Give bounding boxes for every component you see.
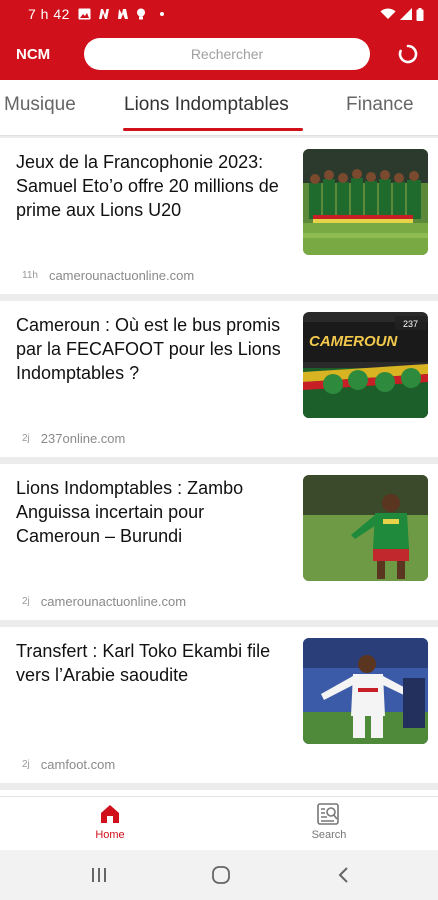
article-source[interactable]: camfoot.com: [41, 757, 115, 772]
nav-home-label: Home: [95, 829, 125, 841]
n-alt-icon: [117, 9, 128, 19]
article-meta: 11h camerounactuonline.com: [22, 268, 194, 283]
home-circle-icon: [212, 866, 230, 884]
category-tabs: Musique Lions Indomptables Finance: [0, 80, 438, 136]
article-thumbnail[interactable]: [303, 475, 428, 581]
status-bar: 7 h 42: [0, 0, 438, 28]
tab-lions-indomptables[interactable]: Lions Indomptables: [124, 94, 289, 116]
tab-finance[interactable]: Finance: [346, 94, 414, 116]
article-card[interactable]: Lions Indomptables : Zambo Anguissa ince…: [0, 464, 438, 620]
battery-icon: [416, 7, 424, 21]
article-meta: 2j 237online.com: [22, 431, 125, 446]
article-headline[interactable]: Jeux de la Francophonie 2023: Samuel Eto…: [16, 150, 290, 222]
brand-logo[interactable]: NCM: [16, 46, 70, 63]
refresh-icon: [398, 44, 418, 64]
nav-search[interactable]: Search: [289, 803, 369, 841]
player-white-image: [303, 638, 428, 744]
status-system-icons: [380, 7, 424, 21]
bottom-navigation: Home Search: [0, 796, 438, 850]
thumb-overlay-text: CAMEROUN: [309, 333, 398, 350]
status-time: 7 h 42: [28, 6, 70, 22]
home-icon: [101, 805, 119, 823]
nav-search-label: Search: [311, 829, 347, 841]
recents-icon: [92, 868, 106, 882]
article-thumbnail[interactable]: [303, 638, 428, 744]
nav-home[interactable]: Home: [70, 803, 150, 841]
wifi-icon: [380, 8, 396, 19]
tab-musique[interactable]: Musique: [4, 94, 76, 116]
article-headline[interactable]: Transfert : Karl Toko Ekambi file vers l…: [16, 639, 290, 687]
refresh-button[interactable]: [396, 42, 420, 66]
system-navigation-bar: [0, 850, 438, 900]
back-icon: [338, 867, 348, 883]
article-card[interactable]: Transfert : Karl Toko Ekambi file vers l…: [0, 627, 438, 783]
article-source[interactable]: 237online.com: [41, 431, 126, 446]
app-bar: NCM: [0, 28, 438, 80]
article-source[interactable]: camerounactuonline.com: [41, 594, 186, 609]
status-notification-icons: [78, 8, 165, 20]
article-age: 11h: [22, 270, 38, 281]
article-source[interactable]: camerounactuonline.com: [49, 268, 194, 283]
bus-cameroun-image: CAMEROUN 237: [303, 312, 428, 418]
article-card[interactable]: Cameroun : Où est le bus promis par la F…: [0, 301, 438, 457]
article-meta: 2j camfoot.com: [22, 757, 115, 772]
recents-button[interactable]: [88, 864, 110, 886]
article-age: 2j: [22, 433, 30, 444]
article-age: 2j: [22, 596, 30, 607]
dot-icon: [159, 12, 164, 16]
article-age: 2j: [22, 759, 30, 770]
player-green-image: [303, 475, 428, 581]
back-button[interactable]: [332, 864, 354, 886]
article-thumbnail[interactable]: CAMEROUN 237: [303, 312, 428, 418]
image-icon: [78, 8, 91, 20]
thumb-tag-text: 237: [403, 319, 418, 329]
bulb-icon: [136, 8, 145, 20]
tab-active-indicator: [123, 128, 303, 131]
search-input[interactable]: [84, 38, 370, 70]
article-card[interactable]: Jeux de la Francophonie 2023: Samuel Eto…: [0, 138, 438, 294]
team-photo-image: [303, 149, 428, 255]
article-thumbnail[interactable]: [303, 149, 428, 255]
n-logo-icon: [98, 9, 109, 19]
signal-icon: [400, 8, 412, 20]
article-meta: 2j camerounactuonline.com: [22, 594, 186, 609]
article-headline[interactable]: Lions Indomptables : Zambo Anguissa ince…: [16, 476, 290, 548]
system-home-button[interactable]: [210, 864, 232, 886]
article-headline[interactable]: Cameroun : Où est le bus promis par la F…: [16, 313, 290, 385]
search-news-icon: [317, 803, 339, 825]
